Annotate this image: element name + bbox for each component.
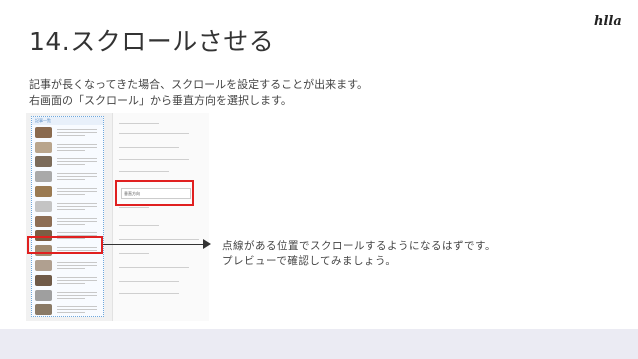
article-thumbnail xyxy=(35,304,52,316)
description: 記事が長くなってきた場合、スクロールを設定することが出来ます。 右画面の「スクロ… xyxy=(29,77,368,109)
settings-panel xyxy=(112,113,209,321)
arrow-line xyxy=(103,244,205,245)
article-thumbnail xyxy=(35,141,52,153)
scroll-boundary-highlight xyxy=(27,236,103,254)
list-item xyxy=(32,303,103,318)
list-item xyxy=(32,214,103,229)
brand-logo: hlla xyxy=(594,14,622,29)
description-line-1: 記事が長くなってきた場合、スクロールを設定することが出来ます。 xyxy=(29,78,369,91)
app-screenshot: 記事一覧 xyxy=(26,113,209,321)
list-item xyxy=(32,169,103,184)
article-thumbnail xyxy=(35,289,52,301)
note-line-1: 点線がある位置でスクロールするようになるはずです。 xyxy=(222,240,496,252)
footer-band xyxy=(0,329,638,359)
list-item xyxy=(32,288,103,303)
list-item xyxy=(32,125,103,140)
list-item xyxy=(32,199,103,214)
phone-preview: 記事一覧 xyxy=(31,116,104,317)
scroll-dropdown-highlight[interactable]: 垂直方向 xyxy=(115,180,194,206)
list-item xyxy=(32,140,103,155)
article-thumbnail xyxy=(35,260,52,272)
article-thumbnail xyxy=(35,215,52,227)
article-thumbnail xyxy=(35,171,52,183)
list-item xyxy=(32,258,103,273)
phone-header: 記事一覧 xyxy=(32,117,103,125)
slide-title: 14.スクロールさせる xyxy=(29,27,275,56)
article-thumbnail xyxy=(35,186,52,198)
article-thumbnail xyxy=(35,274,52,286)
note-text: 点線がある位置でスクロールするようになるはずです。 プレビューで確認してみましょ… xyxy=(222,239,496,269)
article-thumbnail xyxy=(35,126,52,138)
list-item xyxy=(32,155,103,170)
scroll-direction-select[interactable]: 垂直方向 xyxy=(121,188,191,199)
list-item xyxy=(32,273,103,288)
list-item xyxy=(32,184,103,199)
article-list xyxy=(32,125,103,317)
description-line-2: 右画面の「スクロール」から垂直方向を選択します。 xyxy=(29,94,292,107)
article-thumbnail xyxy=(35,200,52,212)
arrow-head-icon xyxy=(203,239,211,249)
note-line-2: プレビューで確認してみましょう。 xyxy=(222,255,397,267)
article-thumbnail xyxy=(35,156,52,168)
